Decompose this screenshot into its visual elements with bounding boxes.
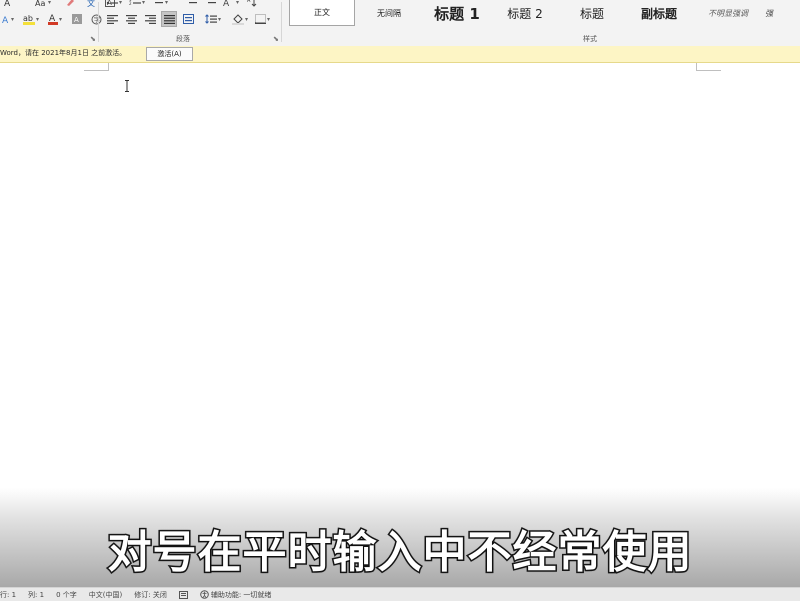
group-separator	[98, 2, 99, 42]
margin-corner-mark-left	[84, 63, 109, 71]
style-strong[interactable]: 强	[765, 0, 800, 26]
change-case-icon[interactable]: Aa▾	[33, 0, 53, 10]
paragraph-row-2: ▾ ▾ ▾	[104, 11, 275, 27]
paragraph-dialog-launcher-icon[interactable]: ⬊	[273, 35, 279, 43]
svg-text:文: 文	[87, 0, 95, 7]
pinyin-guide-icon[interactable]: 文	[83, 0, 99, 10]
sort-icon[interactable]: A	[244, 0, 260, 10]
borders-icon[interactable]: ▾	[253, 11, 272, 27]
status-accessibility[interactable]: 辅助功能: 一切就绪	[200, 590, 272, 600]
video-caption: 对号在平时输入中不经常使用	[0, 516, 800, 580]
align-right-icon[interactable]	[142, 11, 158, 27]
line-spacing-icon[interactable]: ▾	[203, 11, 223, 27]
svg-text:Aa: Aa	[35, 0, 45, 7]
text-effects-icon[interactable]: A▾	[0, 11, 16, 27]
svg-text:ab: ab	[23, 14, 33, 23]
styles-group-label: 样式	[583, 34, 597, 44]
clear-formatting-icon[interactable]	[62, 0, 78, 10]
svg-text:2: 2	[129, 1, 132, 6]
style-subtle-emphasis[interactable]: 不明显强调	[693, 0, 763, 26]
status-line[interactable]: 行: 1	[0, 590, 16, 600]
svg-text:A: A	[4, 0, 11, 7]
status-language[interactable]: 中文(中国)	[89, 590, 122, 600]
font-row-2: A▾ ab▾ A▾ A 字	[0, 11, 107, 27]
status-accessibility-label: 辅助功能: 一切就绪	[211, 590, 272, 600]
font-color-icon[interactable]: A▾	[46, 11, 64, 27]
activation-message-text: Word，请在 2021年8月1日 之前激活。	[0, 48, 126, 58]
increase-indent-icon[interactable]	[202, 0, 218, 10]
group-separator	[281, 2, 282, 42]
style-heading-1[interactable]: 标题 1	[423, 0, 491, 26]
status-word-count[interactable]: 0 个字	[56, 590, 77, 600]
svg-text:A: A	[247, 0, 251, 4]
justify-icon[interactable]	[161, 11, 177, 27]
bullets-icon[interactable]: ▾	[104, 0, 124, 10]
enclose-characters-icon[interactable]: 字	[88, 11, 104, 27]
highlight-icon[interactable]: ab▾	[21, 11, 41, 27]
paragraph-group-label: 段落	[176, 34, 190, 44]
style-heading-2[interactable]: 标题 2	[491, 0, 559, 26]
font-row-1: A Aa▾ 文 A	[0, 0, 121, 10]
accessibility-icon	[200, 590, 209, 599]
paragraph-row-1: ▾ 12▾ ▾ A▾ A	[104, 0, 263, 10]
align-center-icon[interactable]	[123, 11, 139, 27]
align-left-icon[interactable]	[104, 11, 120, 27]
svg-text:A: A	[2, 16, 9, 24]
decrease-indent-icon[interactable]	[183, 0, 199, 10]
status-track-changes[interactable]: 修订: 关闭	[134, 590, 167, 600]
font-dialog-launcher-icon[interactable]: ⬊	[90, 35, 96, 43]
character-shading-icon[interactable]: A	[69, 11, 85, 27]
styles-gallery: 正文 无间隔 标题 1 标题 2 标题 副标题 不明显强调 强	[285, 0, 800, 30]
chinese-layout-icon[interactable]: A▾	[221, 0, 241, 10]
activation-message-bar: Word，请在 2021年8月1日 之前激活。 激活(A)	[0, 46, 800, 63]
distributed-align-icon[interactable]	[180, 11, 196, 27]
style-title[interactable]: 标题	[559, 0, 625, 26]
multilevel-list-icon[interactable]: ▾	[150, 0, 170, 10]
status-column[interactable]: 列: 1	[28, 590, 44, 600]
font-size-grow-icon[interactable]: A	[0, 0, 16, 10]
svg-text:A: A	[74, 16, 79, 24]
status-bar: 行: 1 列: 1 0 个字 中文(中国) 修订: 关闭 辅助功能: 一切就绪	[0, 587, 800, 601]
ribbon: A Aa▾ 文 A A▾ ab▾ A▾ A 字 ⬊	[0, 0, 800, 47]
style-subtitle[interactable]: 副标题	[625, 0, 693, 26]
svg-text:A: A	[223, 0, 230, 7]
activate-button[interactable]: 激活(A)	[146, 47, 193, 61]
margin-corner-mark-right	[696, 63, 721, 71]
text-cursor-icon	[124, 80, 130, 92]
numbering-icon[interactable]: 12▾	[127, 0, 147, 10]
shading-icon[interactable]: ▾	[230, 11, 250, 27]
macro-record-icon[interactable]	[179, 591, 188, 599]
style-normal[interactable]: 正文	[289, 0, 355, 26]
style-no-spacing[interactable]: 无间隔	[355, 0, 423, 26]
